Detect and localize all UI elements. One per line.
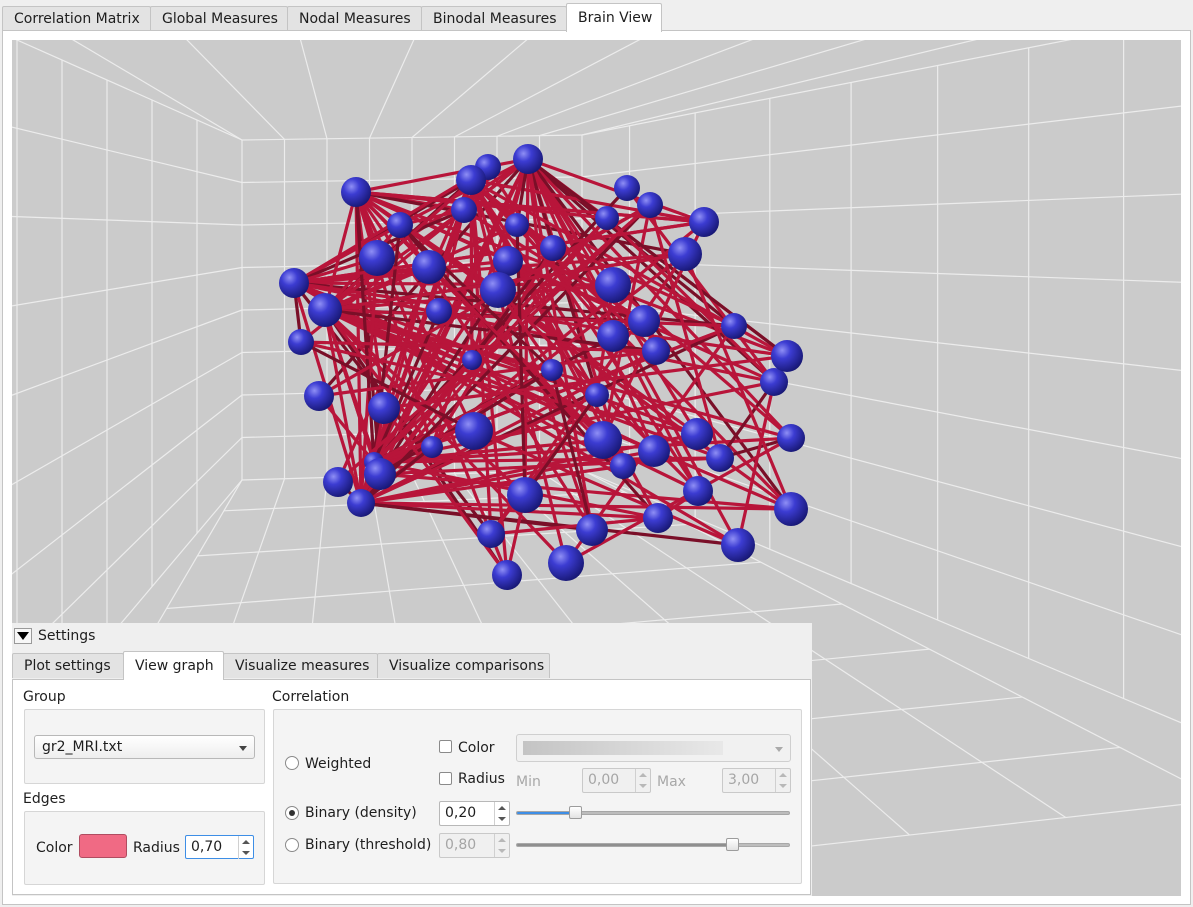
correlation-box: Weighted Color Radius Min 0,00 Max 3,00 (273, 709, 802, 884)
density-slider-handle[interactable] (569, 806, 582, 819)
binary-threshold-label: Binary (threshold) (305, 837, 432, 853)
min-value: 0,00 (588, 772, 620, 788)
density-slider[interactable] (516, 806, 790, 819)
settings-panel: Settings Plot settings View graph Visual… (12, 623, 812, 896)
spin-buttons[interactable] (238, 836, 253, 859)
color-check-label: Color (458, 740, 495, 756)
max-spinbox[interactable]: 3,00 (722, 768, 791, 793)
spin-buttons[interactable] (494, 834, 509, 857)
threshold-slider-fill (517, 844, 732, 846)
tab-label: Plot settings (24, 658, 111, 674)
radius-check-label: Radius (458, 771, 505, 787)
threshold-slider-handle[interactable] (726, 838, 739, 851)
group-select[interactable]: gr2_MRI.txt (34, 735, 255, 759)
spin-buttons[interactable] (775, 769, 790, 792)
edge-radius-value: 0,70 (191, 839, 223, 855)
colormap-select[interactable] (516, 734, 791, 762)
tab-visualize-comparisons[interactable]: Visualize comparisons (377, 653, 550, 678)
tab-label: View graph (135, 658, 214, 674)
arrow-up-icon (498, 806, 506, 810)
tab-label: Global Measures (162, 11, 278, 27)
settings-collapse-button[interactable] (14, 628, 32, 644)
max-label: Max (657, 774, 686, 790)
group-section-label: Group (23, 689, 66, 705)
density-spinbox[interactable]: 0,20 (439, 801, 510, 826)
edges-section-label: Edges (23, 791, 66, 807)
edges-box: Color Radius 0,70 (24, 811, 265, 885)
group-box: gr2_MRI.txt (24, 709, 265, 784)
arrow-up-icon (498, 838, 506, 842)
tab-visualize-measures[interactable]: Visualize measures (223, 653, 378, 678)
tab-label: Correlation Matrix (14, 11, 140, 27)
tab-label: Visualize comparisons (389, 658, 545, 674)
max-value: 3,00 (728, 772, 760, 788)
tab-view-graph[interactable]: View graph (123, 651, 224, 680)
radius-checkbox[interactable] (439, 772, 452, 785)
density-value: 0,20 (445, 805, 477, 821)
tab-plot-settings[interactable]: Plot settings (12, 653, 124, 678)
spin-buttons[interactable] (635, 769, 650, 792)
edge-radius-label: Radius (133, 840, 180, 856)
settings-title: Settings (38, 628, 96, 644)
triangle-down-icon (17, 632, 29, 640)
tab-global-measures[interactable]: Global Measures (150, 6, 288, 31)
tab-label: Nodal Measures (299, 11, 411, 27)
tab-label: Brain View (578, 10, 653, 26)
spin-buttons[interactable] (494, 802, 509, 825)
arrow-down-icon (242, 851, 250, 855)
tab-label: Binodal Measures (433, 11, 557, 27)
tab-nodal-measures[interactable]: Nodal Measures (287, 6, 422, 31)
arrow-down-icon (639, 784, 647, 788)
threshold-spinbox[interactable]: 0,80 (439, 833, 510, 858)
density-slider-fill (517, 812, 575, 814)
group-select-value: gr2_MRI.txt (42, 739, 123, 755)
arrow-up-icon (779, 773, 787, 777)
arrow-down-icon (498, 849, 506, 853)
arrow-down-icon (498, 817, 506, 821)
binary-threshold-radio[interactable] (285, 838, 299, 852)
weighted-radio[interactable] (285, 756, 299, 770)
view-graph-pane: Group gr2_MRI.txt Edges Color Radius 0,7… (12, 679, 811, 895)
arrow-down-icon (779, 784, 787, 788)
color-checkbox[interactable] (439, 740, 452, 753)
min-label: Min (516, 774, 541, 790)
tab-correlation-matrix[interactable]: Correlation Matrix (2, 6, 151, 31)
chevron-down-icon (775, 747, 783, 752)
edge-color-label: Color (36, 840, 73, 856)
arrow-up-icon (242, 840, 250, 844)
threshold-value: 0,80 (445, 837, 477, 853)
min-spinbox[interactable]: 0,00 (582, 768, 651, 793)
binary-density-radio[interactable] (285, 806, 299, 820)
edge-color-button[interactable] (79, 834, 127, 858)
correlation-section-label: Correlation (272, 689, 350, 705)
edge-radius-spinbox[interactable]: 0,70 (185, 835, 254, 859)
weighted-label: Weighted (305, 756, 372, 772)
tab-label: Visualize measures (235, 658, 370, 674)
chevron-down-icon (239, 746, 247, 751)
tab-binodal-measures[interactable]: Binodal Measures (421, 6, 567, 31)
threshold-slider[interactable] (516, 838, 790, 851)
binary-density-label: Binary (density) (305, 805, 417, 821)
radio-selected-dot (289, 810, 295, 816)
arrow-up-icon (639, 773, 647, 777)
colormap-preview (523, 741, 723, 755)
tab-brain-view[interactable]: Brain View (566, 3, 662, 32)
